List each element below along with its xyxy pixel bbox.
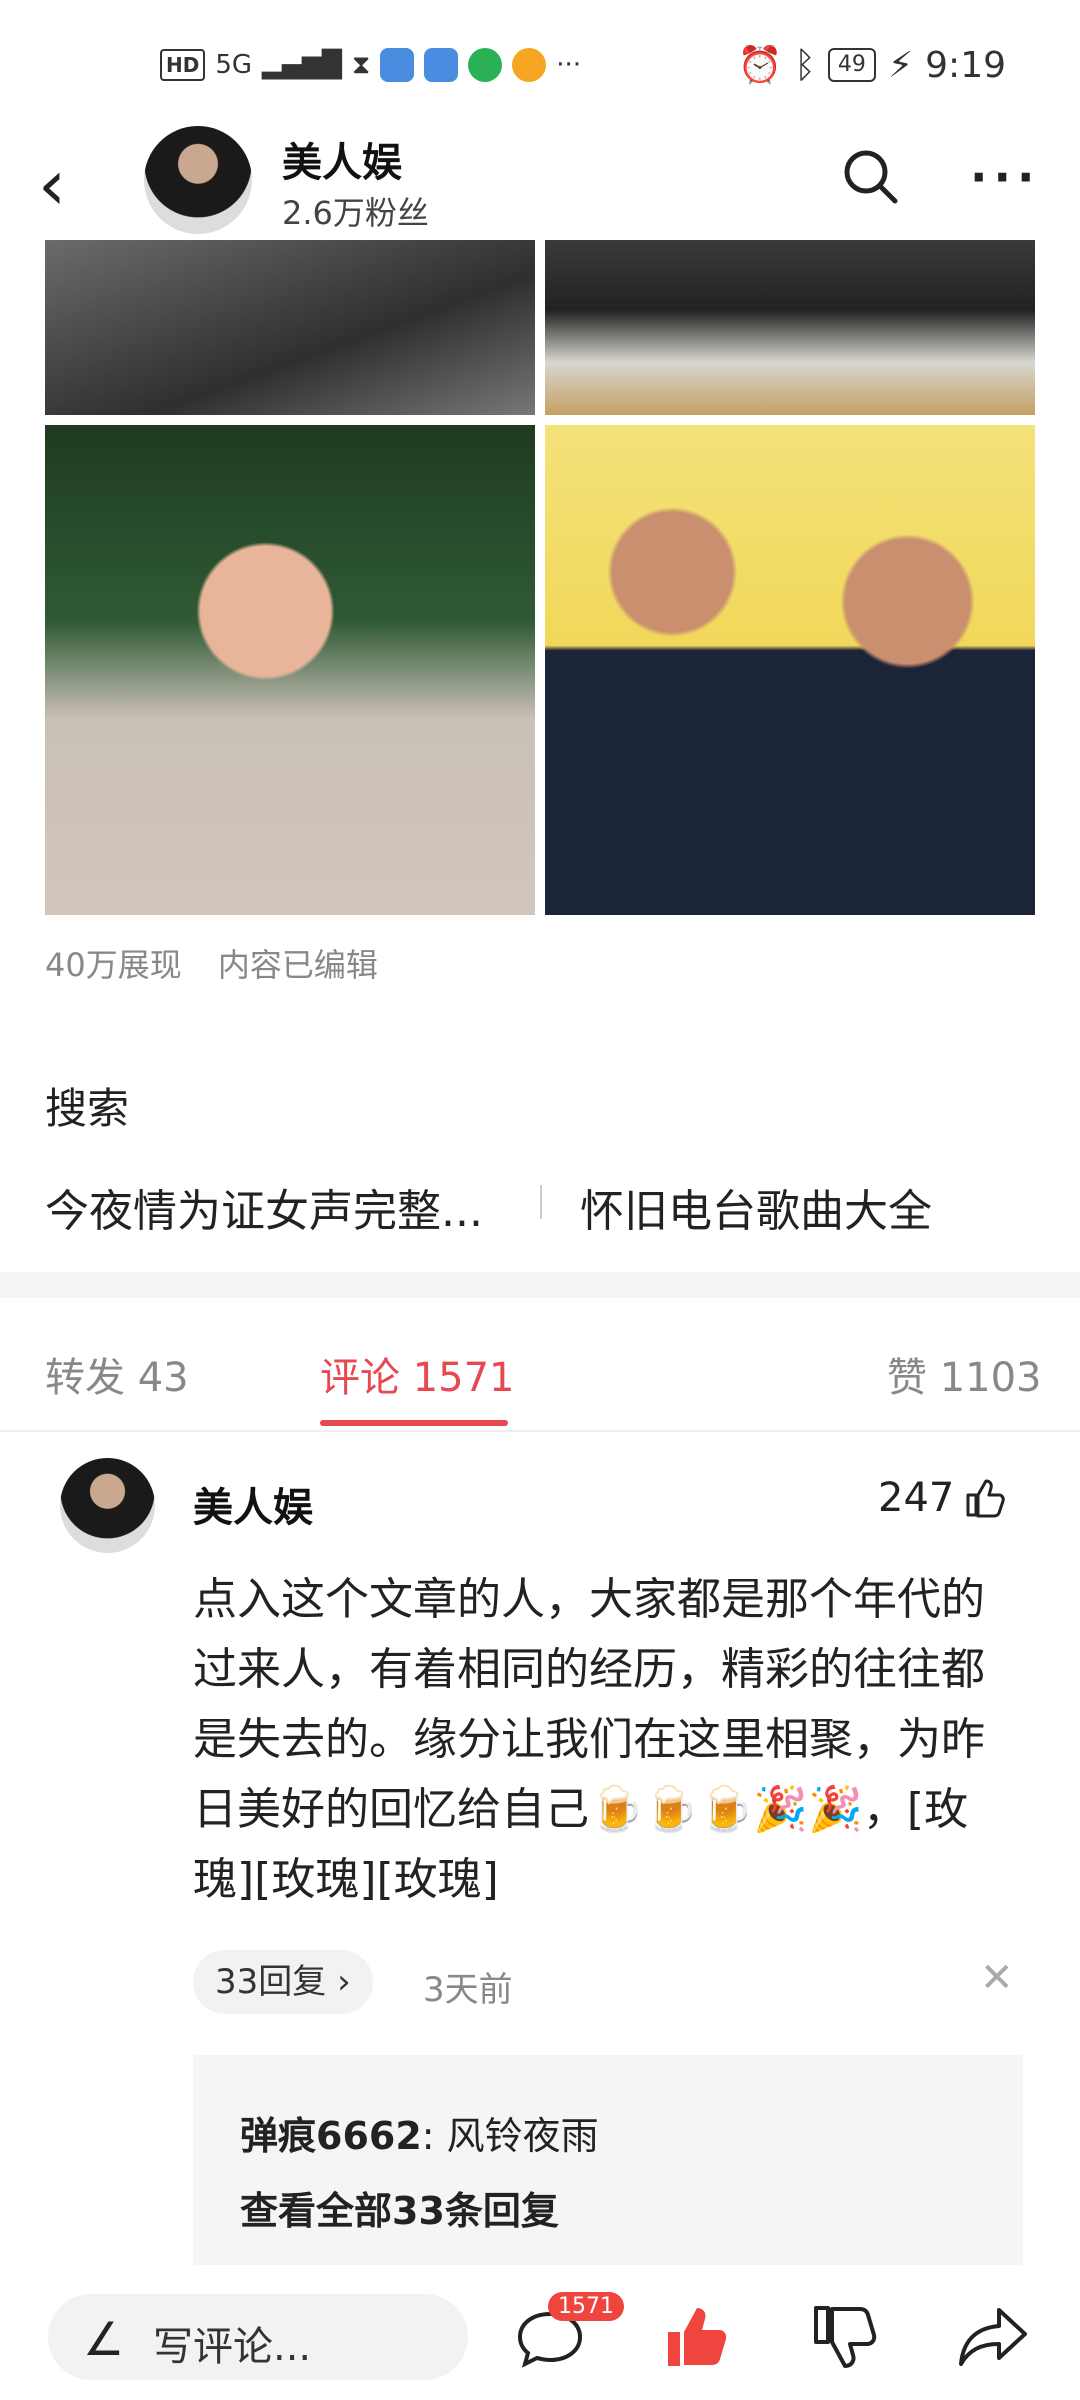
commenter-name[interactable]: 美人娱 (193, 1475, 313, 1533)
battery-level: 49 (827, 48, 876, 82)
reply-text: : 风铃夜雨 (421, 2114, 599, 2158)
search-section-title: 搜索 (45, 1084, 130, 1133)
reply-item[interactable]: 弹痕6662: 风铃夜雨 (240, 2105, 599, 2160)
view-count: 40万展现 (45, 946, 182, 984)
close-icon[interactable]: ✕ (980, 1955, 1014, 2001)
alarm-icon: ⏰ (737, 45, 783, 86)
bluetooth-icon: ᛒ (794, 44, 816, 86)
more-notifications-icon: ··· (556, 50, 582, 80)
share-icon[interactable] (955, 2302, 1030, 2372)
search-suggestion-2[interactable]: 怀旧电台歌曲大全 (580, 1175, 932, 1239)
signal-icon: ▂▄▆█ (262, 50, 343, 80)
reply-user[interactable]: 弹痕6662 (240, 2114, 422, 2158)
author-avatar[interactable] (144, 126, 252, 234)
like-icon[interactable] (662, 2302, 732, 2372)
article-photo-1[interactable] (45, 240, 535, 415)
wechat-icon (468, 48, 503, 82)
pen-icon: ∠ (83, 2312, 125, 2366)
edited-label: 内容已编辑 (217, 946, 378, 984)
active-tab-indicator (320, 1420, 508, 1426)
bottom-action-bar: ∠ 写评论... 1571 (0, 2270, 1080, 2400)
dislike-icon[interactable] (810, 2302, 880, 2372)
thumbs-up-icon (966, 1479, 1006, 1518)
tab-likes[interactable]: 赞 1103 (887, 1345, 1042, 1403)
comment-text: 点入这个文章的人，大家都是那个年代的过来人，有着相同的经历，精彩的往往都是失去的… (193, 1574, 985, 1905)
charging-icon: ⚡ (887, 44, 914, 86)
divider (540, 1185, 542, 1219)
comment-like-count: 247 (878, 1475, 955, 1521)
app-notification-icon-2 (424, 48, 459, 82)
article-meta: 40万展现 内容已编辑 (45, 940, 404, 986)
author-name[interactable]: 美人娱 (282, 130, 402, 188)
article-photo-4[interactable] (545, 425, 1035, 915)
article-photo-2[interactable] (545, 240, 1035, 415)
status-bar: HD 5G ▂▄▆█ ⧗ ··· ⏰ ᛒ 49 ⚡ 9:19 (0, 0, 1080, 130)
hd-indicator: HD (160, 49, 206, 81)
view-all-replies-link[interactable]: 查看全部33条回复 (240, 2180, 559, 2235)
tab-forward[interactable]: 转发 43 (45, 1345, 189, 1403)
write-comment-input[interactable]: ∠ 写评论... (48, 2294, 468, 2380)
status-right: ⏰ ᛒ 49 ⚡ 9:19 (737, 44, 1006, 87)
app-avatar-icon (512, 48, 547, 82)
back-icon[interactable]: ‹ (38, 145, 98, 225)
comment-like-button[interactable]: 247 (878, 1475, 1006, 1521)
article-photo-3[interactable] (45, 425, 535, 915)
comment-time: 3天前 (423, 1970, 513, 2010)
follower-count: 2.6万粉丝 (282, 194, 429, 232)
comment-count-badge: 1571 (548, 2292, 624, 2321)
write-comment-placeholder: 写评论... (153, 2324, 312, 2370)
hourglass-icon: ⧗ (352, 49, 371, 80)
section-separator (0, 1272, 1080, 1298)
view-replies-button[interactable]: 33回复 › (193, 1950, 373, 2014)
divider (0, 1430, 1080, 1432)
commenter-avatar[interactable] (60, 1458, 155, 1553)
app-notification-icon (380, 48, 415, 82)
network-indicator: 5G (215, 50, 253, 80)
tab-comments[interactable]: 评论 1571 (320, 1345, 515, 1403)
status-left: HD 5G ▂▄▆█ ⧗ ··· (160, 48, 581, 82)
article-header: ‹ 美人娱 2.6万粉丝 ··· (0, 126, 1080, 240)
more-options-icon[interactable]: ··· (970, 150, 1040, 204)
search-suggestion-1[interactable]: 今夜情为证女声完整... (45, 1175, 483, 1239)
clock: 9:19 (925, 44, 1006, 86)
search-icon[interactable] (840, 146, 900, 206)
